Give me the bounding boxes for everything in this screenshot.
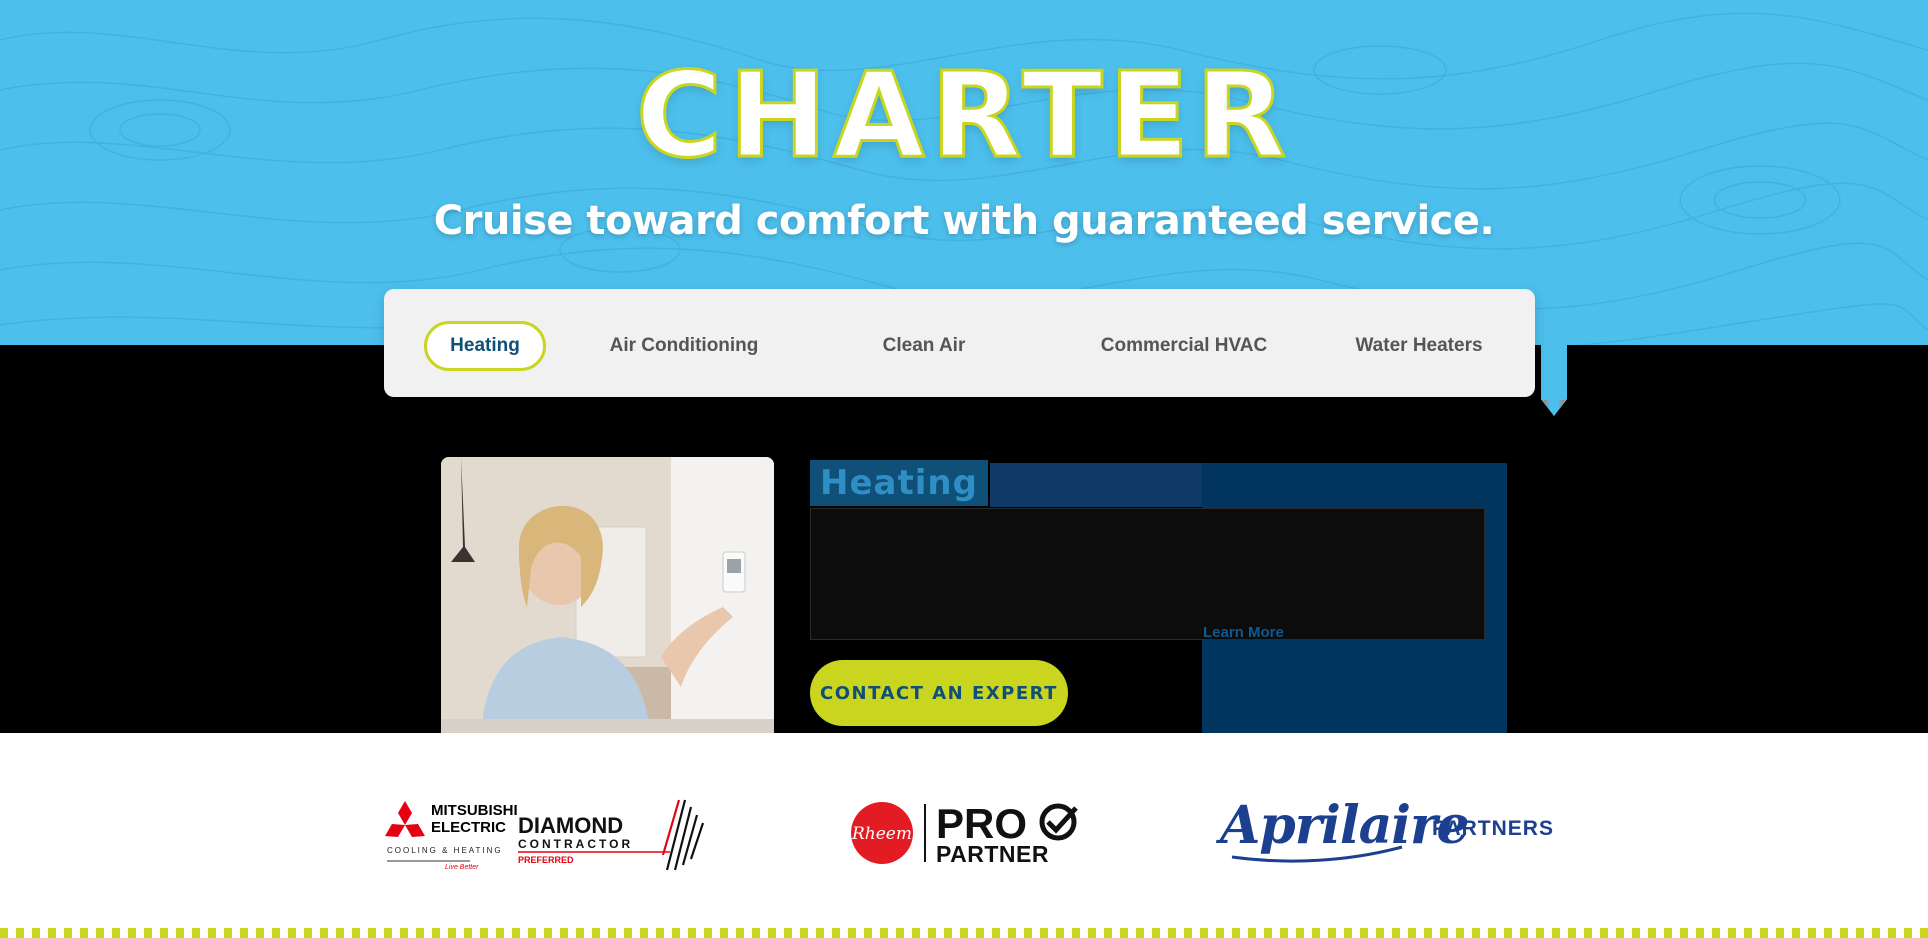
- checkmark-circle-icon: [1039, 803, 1077, 841]
- rheem-pro-partner-logo: Rheem PRO PARTNER: [851, 800, 1078, 867]
- dashed-divider: [0, 928, 1928, 938]
- preferred-label: PREFERRED: [518, 855, 574, 865]
- mitsubishi-slogan: Live Better: [445, 864, 479, 871]
- tab-water-heaters[interactable]: Water Heaters: [1319, 321, 1519, 371]
- diamond-stripes-icon: [661, 799, 705, 871]
- feature-title: Heating: [810, 460, 988, 506]
- tab-commercial-hvac[interactable]: Commercial HVAC: [1049, 321, 1319, 371]
- contractor-label: CONTRACTOR: [518, 837, 633, 851]
- mitsubishi-line1: MITSUBISHI: [431, 802, 518, 819]
- mitsubishi-line2: ELECTRIC: [431, 819, 506, 836]
- aprilaire-partners-label: PARTNERS: [1432, 817, 1554, 840]
- contact-expert-button[interactable]: CONTACT AN EXPERT: [810, 660, 1068, 726]
- rheem-pro: PRO: [936, 800, 1027, 847]
- learn-more-link[interactable]: Learn More: [1203, 623, 1287, 643]
- tab-heating[interactable]: Heating: [424, 321, 546, 371]
- partners-strip: MITSUBISHI ELECTRIC COOLING & HEATING Li…: [0, 733, 1928, 938]
- brand-title: CHARTER: [634, 46, 1293, 184]
- service-tabs: Heating Air Conditioning Clean Air Comme…: [384, 289, 1535, 397]
- mitsubishi-diamond-contractor-logo: MITSUBISHI ELECTRIC COOLING & HEATING Li…: [385, 799, 705, 871]
- mitsubishi-diamond-icon: [385, 801, 425, 837]
- drip-tip-decoration: [1543, 400, 1565, 416]
- tab-air-conditioning[interactable]: Air Conditioning: [569, 321, 799, 371]
- hero-tagline: Cruise toward comfort with guaranteed se…: [433, 198, 1495, 244]
- feature-description: [810, 508, 1485, 640]
- rheem-partner: PARTNER: [936, 841, 1049, 867]
- mitsubishi-sub: COOLING & HEATING: [387, 846, 503, 855]
- aprilaire-swoosh-icon: [1231, 845, 1403, 863]
- rheem-badge-text: Rheem: [851, 824, 912, 844]
- diamond-label: DIAMOND: [518, 813, 623, 838]
- tab-clean-air[interactable]: Clean Air: [809, 321, 1039, 371]
- aprilaire-partners-logo: Aprilaire PARTNERS: [1220, 795, 1553, 865]
- thermostat-photo: [441, 457, 774, 733]
